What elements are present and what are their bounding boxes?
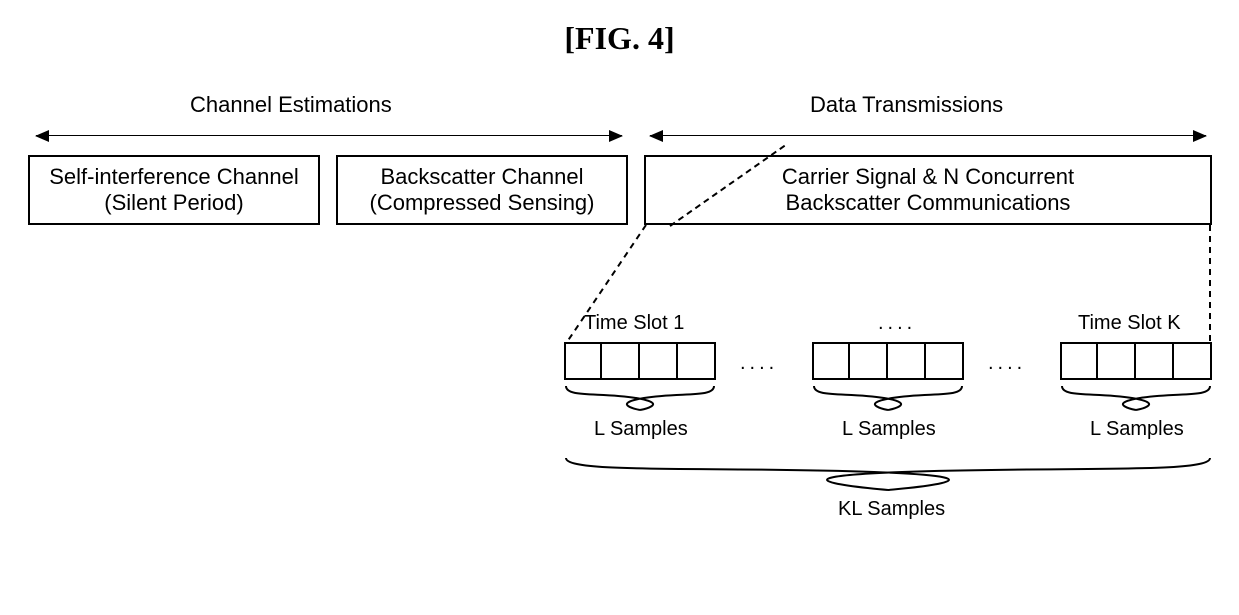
slot-cell [812, 342, 850, 380]
slot-mid-cells [812, 342, 964, 380]
time-slot-1-label: Time Slot 1 [584, 312, 684, 335]
phase-channel-label: Channel Estimations [190, 92, 392, 118]
slot-cell [1098, 342, 1136, 380]
l-brace-3 [1060, 384, 1212, 412]
slot-cell [850, 342, 888, 380]
backscatter-channel-box: Backscatter Channel (Compressed Sensing) [336, 155, 628, 225]
slots-lower-dots-1: .... [740, 352, 778, 375]
slotk-cells [1060, 342, 1212, 380]
slot-cell [678, 342, 716, 380]
slot-cell [640, 342, 678, 380]
slot-cell [602, 342, 640, 380]
data-transmissions-arrow [650, 135, 1206, 136]
time-slot-k-label: Time Slot K [1078, 312, 1181, 335]
l-brace-1 [564, 384, 716, 412]
carrier-signal-box: Carrier Signal & N Concurrent Backscatte… [644, 155, 1212, 225]
backscatter-line1: Backscatter Channel [381, 164, 584, 190]
l-samples-1: L Samples [594, 418, 688, 441]
figure-title: [FIG. 4] [0, 20, 1239, 57]
slot-cell [564, 342, 602, 380]
l-samples-3: L Samples [1090, 418, 1184, 441]
carrier-line1: Carrier Signal & N Concurrent [782, 164, 1074, 190]
slots-lower-dots-2: .... [988, 352, 1026, 375]
connectors-svg [0, 0, 1239, 615]
slot-cell [1136, 342, 1174, 380]
slot1-cells [564, 342, 716, 380]
slot-cell [1060, 342, 1098, 380]
slot-cell [926, 342, 964, 380]
kl-brace [564, 456, 1212, 492]
slots-upper-dots: .... [878, 312, 916, 335]
kl-samples: KL Samples [838, 498, 945, 521]
l-brace-2 [812, 384, 964, 412]
carrier-line2: Backscatter Communications [786, 190, 1071, 216]
phase-data-label: Data Transmissions [810, 92, 1003, 118]
l-samples-2: L Samples [842, 418, 936, 441]
slot-cell [888, 342, 926, 380]
channel-estimations-arrow [36, 135, 622, 136]
self-interference-box: Self-interference Channel (Silent Period… [28, 155, 320, 225]
self-if-line1: Self-interference Channel [49, 164, 298, 190]
slot-cell [1174, 342, 1212, 380]
self-if-line2: (Silent Period) [104, 190, 243, 216]
backscatter-line2: (Compressed Sensing) [370, 190, 595, 216]
